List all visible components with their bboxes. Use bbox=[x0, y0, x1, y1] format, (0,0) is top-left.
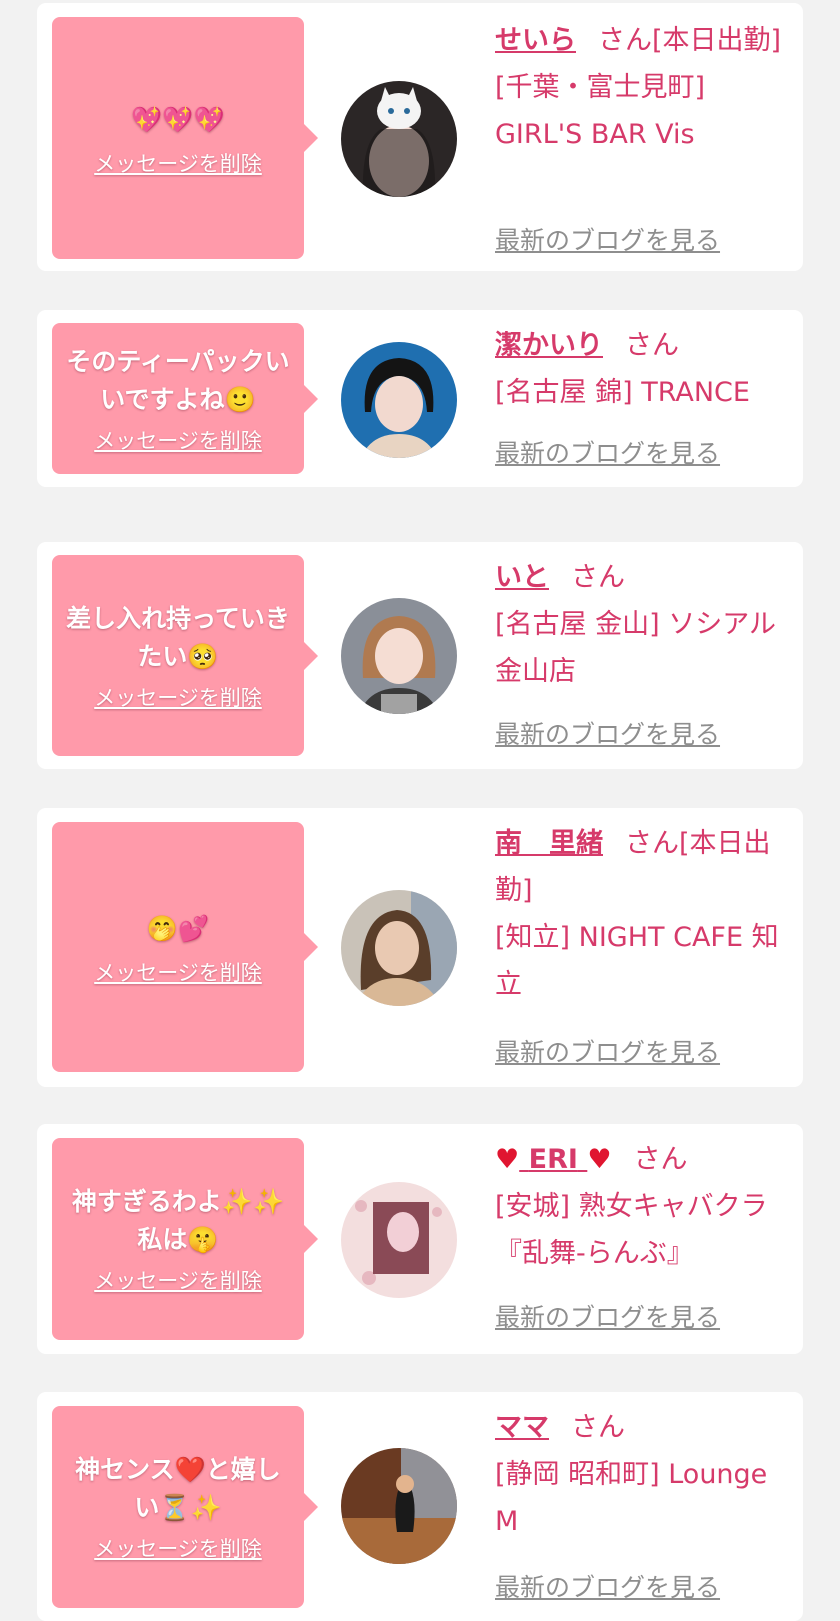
message-text: 神すぎるわよ✨✨私は🤫 bbox=[71, 1187, 285, 1254]
shop-name: [千葉・富士見町] GIRL'S BAR Vis bbox=[495, 72, 706, 150]
avatar[interactable] bbox=[341, 1448, 457, 1564]
heart-icon: ♥ bbox=[495, 1144, 520, 1175]
message-bubble: 🤭💕 メッセージを削除 bbox=[52, 822, 318, 1072]
message-card: 差し入れ持っていきたい🥺 メッセージを削除 いと さん [名古屋 金山] ソシアル… bbox=[37, 542, 803, 769]
message-text: 差し入れ持っていきたい🥺 bbox=[66, 603, 290, 671]
message-text: 神センス❤️と嬉しい⏳✨ bbox=[75, 1455, 281, 1522]
honorific: さん bbox=[571, 1412, 625, 1443]
message-text: そのティーパックいいですよね🙂 bbox=[66, 346, 290, 414]
avatar[interactable] bbox=[341, 342, 457, 458]
honorific: さん bbox=[571, 562, 625, 593]
latest-blog-link[interactable]: 最新のブログを見る bbox=[495, 1298, 720, 1334]
message-card: 💖💖💖 メッセージを削除 せいら さん[本日出勤] [千葉・富士見町] GIRL'… bbox=[37, 3, 803, 271]
honorific: さん[本日出勤] bbox=[598, 25, 782, 56]
cast-name-link[interactable]: ♥ ERI ♥ bbox=[495, 1144, 612, 1175]
message-text: 💖💖💖 bbox=[131, 105, 225, 134]
avatar-photo-icon bbox=[341, 1182, 457, 1298]
message-card: そのティーパックいいですよね🙂 メッセージを削除 潔かいり さん [名古屋 錦] … bbox=[37, 310, 803, 487]
avatar-photo-icon bbox=[341, 598, 457, 714]
delete-message-link[interactable]: メッセージを削除 bbox=[94, 1265, 262, 1295]
message-card: 神センス❤️と嬉しい⏳✨ メッセージを削除 ママ さん [静岡 昭和町] Loun… bbox=[37, 1392, 803, 1621]
latest-blog-link[interactable]: 最新のブログを見る bbox=[495, 221, 720, 257]
delete-message-link[interactable]: メッセージを削除 bbox=[94, 682, 262, 712]
message-bubble: 神すぎるわよ✨✨私は🤫 メッセージを削除 bbox=[52, 1138, 318, 1340]
shop-name: [静岡 昭和町] Lounge M bbox=[495, 1459, 768, 1537]
cast-name-link[interactable]: せいら bbox=[495, 25, 576, 56]
message-text: 🤭💕 bbox=[146, 914, 210, 943]
cast-info: ママ さん [静岡 昭和町] Lounge M bbox=[495, 1404, 795, 1545]
honorific: さん bbox=[633, 1144, 688, 1175]
cast-name-link[interactable]: 潔かいり bbox=[495, 330, 603, 361]
delete-message-link[interactable]: メッセージを削除 bbox=[94, 957, 262, 987]
heart-icon: ♥ bbox=[587, 1144, 612, 1175]
latest-blog-link[interactable]: 最新のブログを見る bbox=[495, 434, 720, 470]
message-bubble: 差し入れ持っていきたい🥺 メッセージを削除 bbox=[52, 555, 318, 756]
cast-info: 南 里緒 さん[本日出勤] [知立] NIGHT CAFE 知立 bbox=[495, 820, 795, 1008]
delete-message-link[interactable]: メッセージを削除 bbox=[94, 1533, 262, 1563]
message-list: 💖💖💖 メッセージを削除 せいら さん[本日出勤] [千葉・富士見町] GIRL'… bbox=[0, 0, 840, 1621]
latest-blog-link[interactable]: 最新のブログを見る bbox=[495, 1033, 720, 1069]
message-card: 神すぎるわよ✨✨私は🤫 メッセージを削除 ♥ ERI ♥ さん [安城] 熟女キャ… bbox=[37, 1124, 803, 1354]
shop-name: [名古屋 金山] ソシアル金山店 bbox=[495, 609, 776, 687]
latest-blog-link[interactable]: 最新のブログを見る bbox=[495, 1568, 720, 1604]
message-card: 🤭💕 メッセージを削除 南 里緒 さん[本日出勤] [知立] NIGHT CAFE… bbox=[37, 808, 803, 1087]
avatar-photo-icon bbox=[341, 890, 457, 1006]
avatar[interactable] bbox=[341, 598, 457, 714]
avatar[interactable] bbox=[341, 890, 457, 1006]
shop-name: [知立] NIGHT CAFE 知立 bbox=[495, 922, 779, 1000]
cast-name-link[interactable]: いと bbox=[495, 562, 549, 593]
cast-name-text: ERI bbox=[528, 1144, 578, 1175]
avatar-photo-icon bbox=[341, 81, 457, 197]
delete-message-link[interactable]: メッセージを削除 bbox=[94, 148, 262, 178]
honorific: さん bbox=[625, 330, 679, 361]
message-bubble: 💖💖💖 メッセージを削除 bbox=[52, 17, 318, 259]
message-bubble: 神センス❤️と嬉しい⏳✨ メッセージを削除 bbox=[52, 1406, 318, 1608]
avatar[interactable] bbox=[341, 81, 457, 197]
cast-info: 潔かいり さん [名古屋 錦] TRANCE bbox=[495, 322, 795, 416]
cast-info: いと さん [名古屋 金山] ソシアル金山店 bbox=[495, 554, 795, 695]
delete-message-link[interactable]: メッセージを削除 bbox=[94, 425, 262, 455]
cast-name-link[interactable]: 南 里緒 bbox=[495, 828, 603, 859]
cast-info: ♥ ERI ♥ さん [安城] 熟女キャバクラ『乱舞-らんぶ』 bbox=[495, 1136, 795, 1277]
avatar-photo-icon bbox=[341, 342, 457, 458]
shop-name: [安城] 熟女キャバクラ『乱舞-らんぶ』 bbox=[495, 1191, 768, 1269]
avatar-photo-icon bbox=[341, 1448, 457, 1564]
latest-blog-link[interactable]: 最新のブログを見る bbox=[495, 715, 720, 751]
cast-name-link[interactable]: ママ bbox=[495, 1412, 549, 1443]
avatar[interactable] bbox=[341, 1182, 457, 1298]
message-bubble: そのティーパックいいですよね🙂 メッセージを削除 bbox=[52, 323, 318, 474]
shop-name: [名古屋 錦] TRANCE bbox=[495, 377, 750, 408]
cast-info: せいら さん[本日出勤] [千葉・富士見町] GIRL'S BAR Vis bbox=[495, 17, 795, 158]
